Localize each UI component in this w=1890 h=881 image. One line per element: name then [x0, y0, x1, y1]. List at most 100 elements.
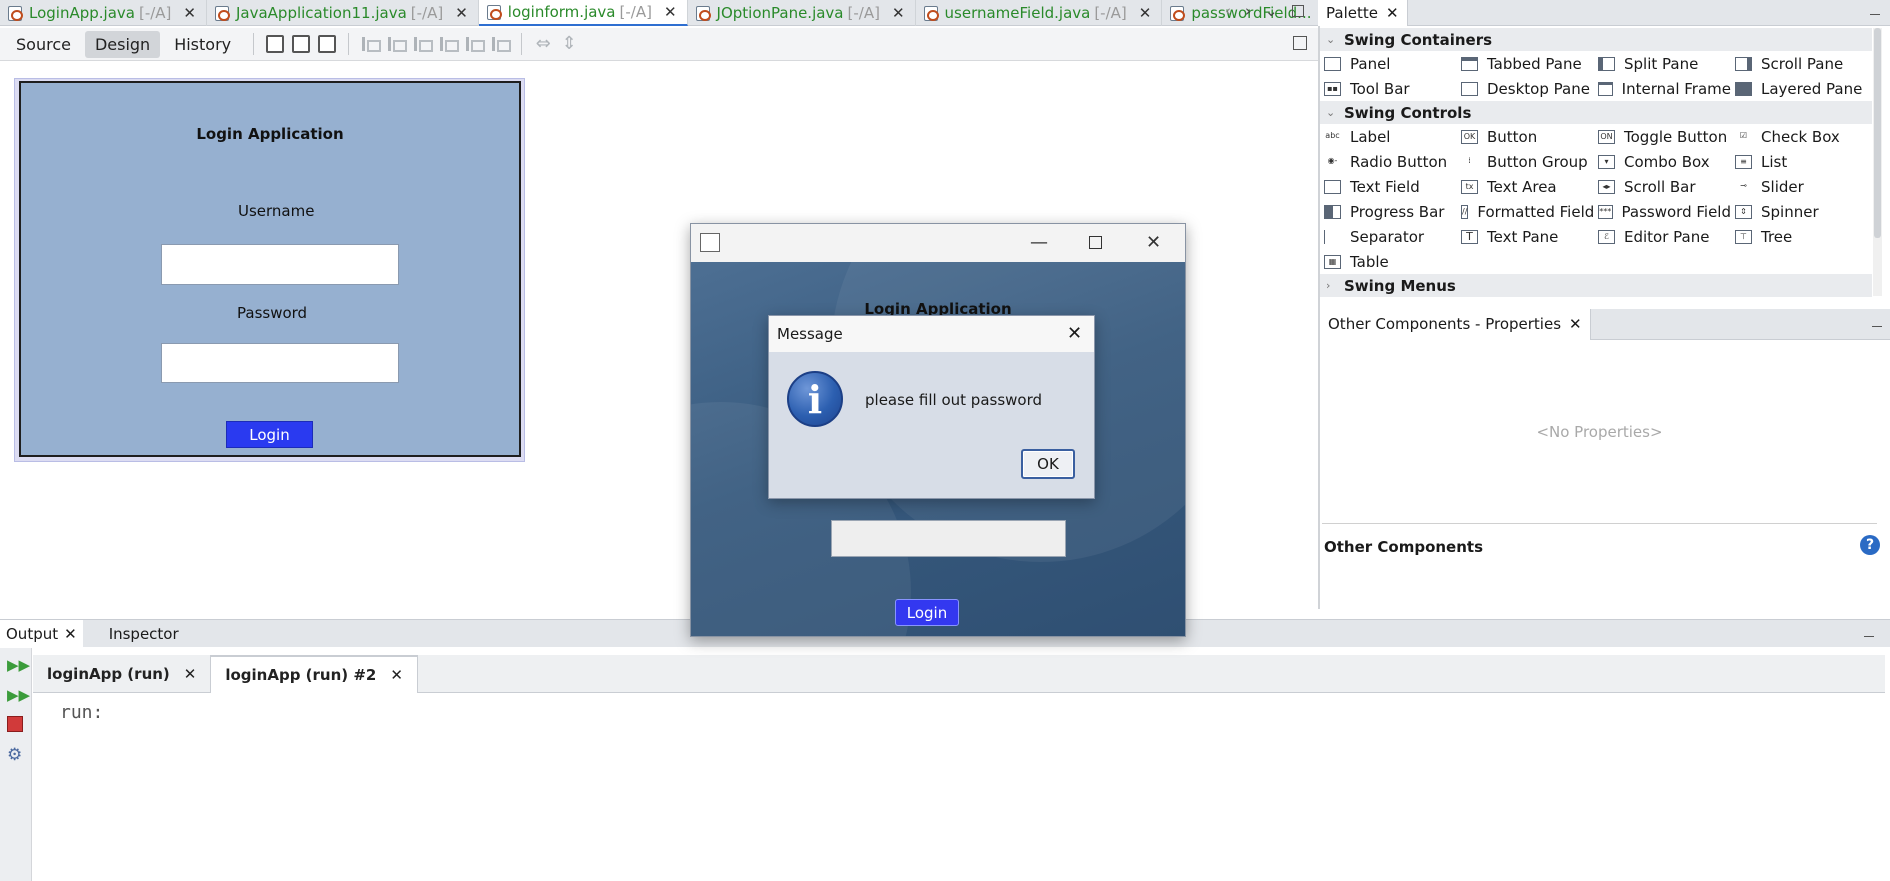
- dialog-titlebar[interactable]: Message ✕: [769, 316, 1094, 352]
- progress-bar-icon: [1324, 204, 1341, 219]
- palette-item-tree[interactable]: ⊤ Tree: [1731, 228, 1868, 246]
- design-view-button[interactable]: Design: [84, 30, 161, 58]
- close-icon[interactable]: ✕: [664, 3, 677, 21]
- palette-item-button[interactable]: OK Button: [1457, 128, 1594, 146]
- palette-item-text-area[interactable]: tx Text Area: [1457, 178, 1594, 196]
- maximize-icon[interactable]: [1291, 5, 1304, 17]
- palette-item-toggle-button[interactable]: ON Toggle Button: [1594, 128, 1731, 146]
- palette-item-desktop-pane[interactable]: Desktop Pane: [1457, 80, 1594, 98]
- stop-icon[interactable]: [7, 716, 23, 732]
- palette-item-scroll-bar[interactable]: ◂▸ Scroll Bar: [1594, 178, 1731, 196]
- palette-scrollbar[interactable]: [1873, 28, 1882, 296]
- palette-tab[interactable]: Palette ✕: [1318, 0, 1408, 26]
- app-login-button[interactable]: Login: [895, 599, 959, 626]
- palette-item-list[interactable]: ≡ List: [1731, 153, 1868, 171]
- close-icon[interactable]: ✕: [892, 4, 905, 22]
- palette-item-spinner[interactable]: ⇕ Spinner: [1731, 203, 1868, 221]
- palette-item-table[interactable]: ▦ Table: [1320, 253, 1457, 271]
- palette-item-label[interactable]: abc Label: [1320, 128, 1457, 146]
- ok-button[interactable]: OK: [1021, 449, 1075, 479]
- palette-item-button-group[interactable]: ⁞ Button Group: [1457, 153, 1594, 171]
- username-field[interactable]: [161, 244, 399, 285]
- app-titlebar[interactable]: — ✕: [691, 224, 1185, 262]
- close-icon[interactable]: ✕: [184, 665, 197, 683]
- minimize-icon[interactable]: [1864, 636, 1874, 637]
- palette-item-combo-box[interactable]: ▾ Combo Box: [1594, 153, 1731, 171]
- palette-item-tabbed-pane[interactable]: Tabbed Pane: [1457, 55, 1594, 73]
- palette-item-layered-pane[interactable]: Layered Pane: [1731, 80, 1868, 98]
- category-swing-menus[interactable]: › Swing Menus: [1320, 274, 1872, 297]
- close-icon[interactable]: ✕: [1569, 315, 1582, 333]
- align-bottom-icon[interactable]: [465, 35, 486, 53]
- category-swing-controls[interactable]: ⌄ Swing Controls: [1320, 101, 1872, 124]
- app-password-field[interactable]: [831, 520, 1066, 557]
- palette-item-formatted-field[interactable]: // Formatted Field: [1457, 203, 1594, 221]
- source-view-button[interactable]: Source: [6, 31, 81, 58]
- history-view-button[interactable]: History: [164, 31, 241, 58]
- palette-item-internal-frame[interactable]: Internal Frame: [1594, 80, 1731, 98]
- run-tab-1[interactable]: loginApp (run) ✕: [33, 655, 210, 693]
- palette-item-check-box[interactable]: ☑ Check Box: [1731, 128, 1868, 146]
- close-icon[interactable]: ✕: [64, 625, 77, 643]
- close-icon[interactable]: ✕: [1386, 4, 1399, 22]
- palette-item-text-field[interactable]: Text Field: [1320, 178, 1457, 196]
- rerun-icon[interactable]: ▶▶: [7, 656, 30, 674]
- close-icon[interactable]: ✕: [390, 666, 403, 684]
- properties-tab[interactable]: Other Components - Properties ✕: [1320, 308, 1591, 340]
- editor-tab-loginapp[interactable]: LoginApp.java [-/A] ✕: [0, 0, 207, 26]
- chevron-down-icon[interactable]: ⌄: [1265, 2, 1278, 20]
- align-right-icon[interactable]: [387, 35, 408, 53]
- minimize-icon[interactable]: [1870, 14, 1880, 15]
- close-icon[interactable]: ✕: [1146, 232, 1161, 253]
- resize-horizontal-icon[interactable]: ⇔: [534, 35, 552, 53]
- align-center-icon[interactable]: [413, 35, 434, 53]
- maximize-icon[interactable]: [1089, 236, 1102, 249]
- form-title[interactable]: Login Application: [21, 125, 519, 143]
- minimize-icon[interactable]: [1872, 326, 1882, 327]
- password-field[interactable]: [161, 343, 399, 383]
- palette-item-separator[interactable]: Separator: [1320, 228, 1457, 246]
- palette-item-tool-bar[interactable]: ▪▪ Tool Bar: [1320, 80, 1457, 98]
- palette-item-text-pane[interactable]: T Text Pane: [1457, 228, 1594, 246]
- palette-item-slider[interactable]: ⊸ Slider: [1731, 178, 1868, 196]
- scrollbar-thumb[interactable]: [1874, 28, 1881, 238]
- help-icon[interactable]: ?: [1860, 535, 1880, 555]
- chevron-right-icon[interactable]: ›: [1245, 2, 1251, 20]
- rerun-with-params-icon[interactable]: ▶▶: [7, 686, 30, 704]
- align-left-icon[interactable]: [361, 35, 382, 53]
- run-tab-2[interactable]: loginApp (run) #2 ✕: [210, 655, 418, 693]
- connection-mode-icon[interactable]: [292, 35, 311, 53]
- chevron-left-icon[interactable]: ‹: [1225, 2, 1231, 20]
- palette-item-panel[interactable]: Panel: [1320, 55, 1457, 73]
- login-button[interactable]: Login: [226, 421, 313, 448]
- palette-item-split-pane[interactable]: Split Pane: [1594, 55, 1731, 73]
- align-top-icon[interactable]: [439, 35, 460, 53]
- close-icon[interactable]: ✕: [455, 4, 468, 22]
- palette-item-radio-button[interactable]: ◉- Radio Button: [1320, 153, 1457, 171]
- palette-item-progress-bar[interactable]: Progress Bar: [1320, 203, 1457, 221]
- palette-item-editor-pane[interactable]: ℰ Editor Pane: [1594, 228, 1731, 246]
- close-icon[interactable]: ✕: [1067, 323, 1082, 344]
- editor-tab-loginform[interactable]: loginform.java [-/A] ✕: [478, 0, 688, 26]
- editor-tab-usernamefield[interactable]: usernameField.java [-/A] ✕: [916, 0, 1163, 26]
- palette-item-scroll-pane[interactable]: Scroll Pane: [1731, 55, 1868, 73]
- editor-tab-javaapplication11[interactable]: JavaApplication11.java [-/A] ✕: [207, 0, 479, 26]
- console-output[interactable]: run:: [60, 702, 103, 723]
- align-middle-icon[interactable]: [491, 35, 512, 53]
- preview-design-icon[interactable]: [318, 35, 337, 53]
- category-swing-containers[interactable]: ⌄ Swing Containers: [1320, 28, 1872, 51]
- settings-icon[interactable]: ⚙: [7, 745, 25, 765]
- close-icon[interactable]: ✕: [1139, 4, 1152, 22]
- layout-grid-icon[interactable]: [1293, 36, 1307, 50]
- username-label[interactable]: Username: [238, 202, 314, 220]
- tab-output[interactable]: Output ✕: [0, 619, 83, 648]
- resize-vertical-icon[interactable]: ⇕: [560, 35, 578, 53]
- minimize-icon[interactable]: —: [1030, 232, 1048, 253]
- tab-inspector[interactable]: Inspector: [103, 620, 185, 648]
- selection-mode-icon[interactable]: [266, 35, 285, 53]
- password-label[interactable]: Password: [237, 304, 307, 322]
- editor-tab-joptionpane[interactable]: JOptionPane.java [-/A] ✕: [688, 0, 916, 26]
- palette-item-password-field[interactable]: *** Password Field: [1594, 203, 1731, 221]
- login-form-panel[interactable]: Login Application Username Password Logi…: [19, 81, 521, 457]
- close-icon[interactable]: ✕: [183, 4, 196, 22]
